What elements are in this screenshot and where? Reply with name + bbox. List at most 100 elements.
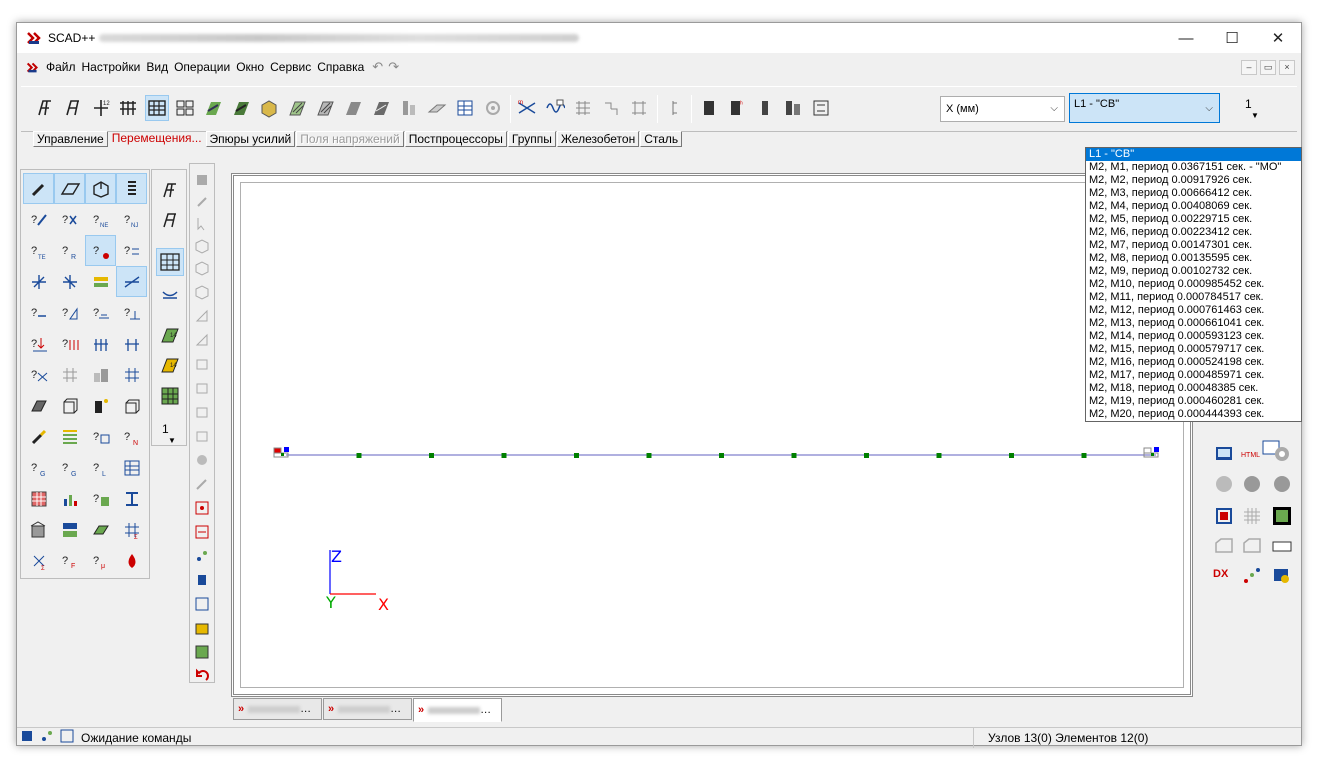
dropdown-item[interactable]: M2, M16, период 0.000524198 сек. bbox=[1086, 356, 1301, 369]
grid-green-icon[interactable] bbox=[160, 386, 180, 409]
sphere-light-icon[interactable] bbox=[194, 452, 210, 471]
plate-yellow-icon[interactable]: 14 bbox=[160, 355, 180, 378]
info-mu-icon[interactable]: ? μ bbox=[85, 545, 116, 576]
plate-3d-icon[interactable] bbox=[23, 390, 54, 421]
menu-view[interactable]: Вид bbox=[143, 60, 171, 74]
info-n-icon[interactable]: ? N bbox=[116, 421, 147, 452]
box-outline-icon[interactable] bbox=[54, 390, 85, 421]
dropdown-item[interactable]: M2, M13, период 0.000661041 сек. bbox=[1086, 317, 1301, 330]
info-support-icon[interactable]: ? bbox=[85, 297, 116, 328]
section-table-icon[interactable] bbox=[54, 514, 85, 545]
info-element-icon[interactable]: ? bbox=[23, 204, 54, 235]
grid-gray-icon[interactable] bbox=[1241, 505, 1263, 530]
info-group-icon[interactable]: ? bbox=[116, 235, 147, 266]
info-te-icon[interactable]: ? TE bbox=[23, 235, 54, 266]
tab-force-diagrams[interactable]: Эпюры усилий bbox=[205, 131, 296, 147]
info-fe2-icon[interactable]: ? F bbox=[54, 545, 85, 576]
dropdown-item[interactable]: M2, M1, период 0.0367151 сек. - "MO" bbox=[1086, 161, 1301, 174]
dropdown-item[interactable]: M2, M4, период 0.00408069 сек. bbox=[1086, 200, 1301, 213]
nodes-red-icon[interactable] bbox=[194, 500, 210, 519]
nodes-status-icon[interactable] bbox=[39, 728, 55, 747]
mesh-active-icon[interactable] bbox=[145, 95, 169, 121]
solid-column-icon[interactable] bbox=[85, 390, 116, 421]
menu-window[interactable]: Окно bbox=[233, 60, 267, 74]
tab-steel[interactable]: Сталь bbox=[640, 131, 683, 147]
doc-tab-2[interactable]: »… bbox=[323, 698, 412, 720]
mdi-minimize-button[interactable]: – bbox=[1241, 59, 1257, 75]
dropdown-item[interactable]: M2, M5, период 0.00229715 сек. bbox=[1086, 213, 1301, 226]
info-load-icon[interactable]: ? bbox=[85, 235, 116, 266]
info-distributed-icon[interactable]: ? bbox=[54, 328, 85, 359]
settings-gear-icon[interactable] bbox=[1271, 443, 1293, 468]
minimize-button[interactable]: — bbox=[1163, 23, 1209, 53]
info-force-icon[interactable]: ? bbox=[23, 328, 54, 359]
box-light2-icon[interactable] bbox=[194, 380, 210, 399]
wave-icon[interactable] bbox=[545, 97, 566, 119]
sum-nodes-icon[interactable]: Σ bbox=[23, 545, 54, 576]
pointer-icon[interactable] bbox=[194, 216, 210, 235]
info-ne-icon[interactable]: ? NE bbox=[85, 204, 116, 235]
bar-chart-icon[interactable] bbox=[54, 483, 85, 514]
section-settings-icon[interactable] bbox=[811, 97, 831, 119]
sphere-gray-icon[interactable] bbox=[1241, 473, 1263, 498]
dropdown-item[interactable]: M2, M2, период 0.00917926 сек. bbox=[1086, 174, 1301, 187]
scale-number-field[interactable]: 1 ▼ bbox=[1241, 97, 1281, 123]
filter-hand-icon[interactable] bbox=[194, 194, 210, 213]
nodes-red2-icon[interactable] bbox=[194, 524, 210, 543]
menu-settings[interactable]: Настройки bbox=[79, 60, 144, 74]
solid-cube-icon[interactable] bbox=[259, 97, 279, 119]
triangle-light2-icon[interactable] bbox=[194, 332, 210, 351]
slab-icon[interactable] bbox=[427, 97, 447, 119]
document-logo-icon[interactable] bbox=[26, 61, 39, 74]
node-numbers-icon[interactable]: 12 bbox=[91, 97, 111, 119]
sum-grid-icon[interactable]: Σ bbox=[116, 514, 147, 545]
support-icon[interactable] bbox=[194, 572, 210, 591]
maximize-button[interactable]: ☐ bbox=[1209, 23, 1255, 53]
palette-icon[interactable] bbox=[1213, 473, 1235, 498]
plate-dark-icon[interactable] bbox=[371, 97, 391, 119]
split-view-icon[interactable] bbox=[175, 97, 195, 119]
frame-red-icon[interactable] bbox=[1213, 505, 1235, 530]
tab-groups[interactable]: Группы bbox=[507, 131, 556, 147]
numeric-field-icon[interactable] bbox=[1271, 535, 1293, 560]
dropdown-item[interactable]: M2, M15, период 0.000579717 сек. bbox=[1086, 343, 1301, 356]
plate-arrows-icon[interactable] bbox=[85, 514, 116, 545]
table-color-icon[interactable] bbox=[194, 644, 210, 663]
drop-g-icon[interactable] bbox=[116, 545, 147, 576]
node-grid-icon[interactable] bbox=[116, 359, 147, 390]
folder-gray2-icon[interactable] bbox=[1241, 535, 1263, 560]
plate-gray-icon[interactable] bbox=[343, 97, 363, 119]
pencil-icon[interactable] bbox=[23, 173, 54, 204]
info-node-icon[interactable]: ? bbox=[54, 204, 85, 235]
info-base-icon[interactable]: ? bbox=[116, 297, 147, 328]
layers-color-icon[interactable] bbox=[54, 421, 85, 452]
frame-view-icon[interactable] bbox=[35, 97, 55, 119]
box-outline2-icon[interactable] bbox=[116, 390, 147, 421]
building-color-icon[interactable] bbox=[194, 620, 210, 639]
cube-light-icon[interactable] bbox=[194, 238, 210, 257]
box-light3-icon[interactable] bbox=[194, 404, 210, 423]
triangle-light-icon[interactable] bbox=[194, 308, 210, 327]
info-r-icon[interactable]: ? R bbox=[54, 235, 85, 266]
curve-view-icon[interactable] bbox=[160, 285, 180, 308]
frame-outline-icon[interactable] bbox=[63, 97, 83, 119]
tab-reinforced-concrete[interactable]: Железобетон bbox=[556, 131, 640, 147]
dropdown-item[interactable]: M2, M12, период 0.000761463 сек. bbox=[1086, 304, 1301, 317]
side-number-field[interactable]: 1 ▼ bbox=[162, 422, 176, 445]
redo-icon[interactable]: ↷ bbox=[388, 59, 399, 75]
displacement-grid-icon[interactable] bbox=[629, 97, 649, 119]
frame-view-small-icon[interactable] bbox=[160, 180, 180, 203]
dropdown-item[interactable]: M2, M8, период 0.00135595 сек. bbox=[1086, 252, 1301, 265]
dropdown-item[interactable]: M2, M19, период 0.000460281 сек. bbox=[1086, 395, 1301, 408]
dropdown-item[interactable]: M2, M3, период 0.00666412 сек. bbox=[1086, 187, 1301, 200]
dropdown-item[interactable]: M2, M18, период 0.00048385 сек. bbox=[1086, 382, 1301, 395]
doc-tab-3[interactable]: »… bbox=[413, 698, 502, 722]
menu-file[interactable]: Файл bbox=[43, 60, 79, 74]
frame-outline-small-icon[interactable] bbox=[160, 210, 180, 233]
column-bars2-icon[interactable] bbox=[116, 328, 147, 359]
info-l-icon[interactable]: ? L bbox=[85, 452, 116, 483]
mesh-view-active-icon[interactable] bbox=[156, 248, 184, 276]
dropdown-item[interactable]: M2, M20, период 0.000444393 сек. bbox=[1086, 408, 1301, 421]
eraser-icon[interactable] bbox=[54, 173, 85, 204]
spring-icon[interactable] bbox=[116, 173, 147, 204]
